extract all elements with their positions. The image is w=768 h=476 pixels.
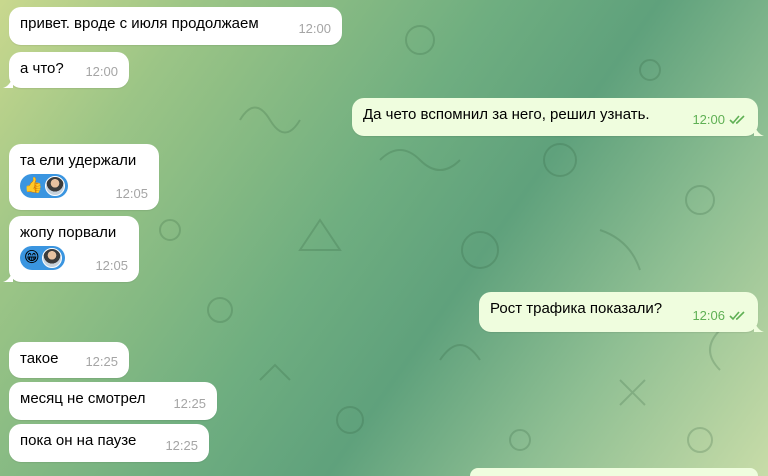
double-check-icon bbox=[729, 311, 745, 321]
message-time: 12:05 bbox=[95, 258, 128, 273]
message-incoming[interactable]: жопу порвали 😁 12:05 bbox=[3, 216, 139, 282]
reaction-chip[interactable]: 😁 bbox=[20, 246, 65, 270]
message-text: пока он на паузе bbox=[20, 432, 137, 449]
bubble-tail bbox=[754, 320, 764, 332]
double-check-icon bbox=[729, 115, 745, 125]
message-outgoing[interactable]: Рост трафика показали? 12:06 bbox=[479, 292, 764, 332]
message-text: Рост трафика показали? bbox=[490, 300, 663, 317]
message-text: привет. вроде с июля продолжаем bbox=[20, 15, 259, 32]
message-incoming[interactable]: а что? 12:00 bbox=[3, 52, 129, 88]
message-time: 12:06 bbox=[692, 306, 747, 325]
bubble-tail bbox=[3, 76, 13, 88]
reaction-emoji: 👍 bbox=[24, 177, 43, 194]
message-text: такое bbox=[20, 350, 59, 367]
message-time: 12:00 bbox=[298, 21, 331, 36]
message-time: 12:25 bbox=[85, 354, 118, 369]
message-time: 12:05 bbox=[115, 186, 148, 201]
message-text: жопу порвали bbox=[20, 224, 117, 241]
message-time: 12:25 bbox=[165, 438, 198, 453]
message-time: 12:00 bbox=[692, 110, 747, 129]
bubble-tail bbox=[754, 124, 764, 136]
message-incoming[interactable]: такое 12:25 bbox=[9, 342, 129, 378]
message-time-text: 12:06 bbox=[692, 308, 725, 323]
message-time-text: 12:00 bbox=[692, 112, 725, 127]
reaction-chip[interactable]: 👍 bbox=[20, 174, 68, 198]
bubble-tail bbox=[3, 270, 13, 282]
message-text: та ели удержали bbox=[20, 152, 137, 169]
message-outgoing-partial[interactable] bbox=[470, 468, 758, 476]
reaction-emoji: 😁 bbox=[24, 249, 40, 266]
message-outgoing[interactable]: Да чето вспомнил за него, решил узнать. … bbox=[352, 98, 764, 136]
message-incoming[interactable]: привет. вроде с июля продолжаем 12:00 bbox=[9, 7, 342, 45]
avatar bbox=[44, 176, 65, 196]
message-incoming[interactable]: месяц не смотрел 12:25 bbox=[9, 382, 217, 420]
message-incoming[interactable]: пока он на паузе 12:25 bbox=[9, 424, 209, 462]
avatar bbox=[41, 248, 62, 268]
message-time: 12:25 bbox=[173, 396, 206, 411]
message-time: 12:00 bbox=[85, 64, 118, 79]
message-text: Да чето вспомнил за него, решил узнать. bbox=[363, 106, 650, 123]
message-text: а что? bbox=[20, 60, 64, 77]
message-incoming[interactable]: та ели удержали 👍 12:05 bbox=[9, 144, 159, 210]
message-text: месяц не смотрел bbox=[20, 390, 146, 407]
